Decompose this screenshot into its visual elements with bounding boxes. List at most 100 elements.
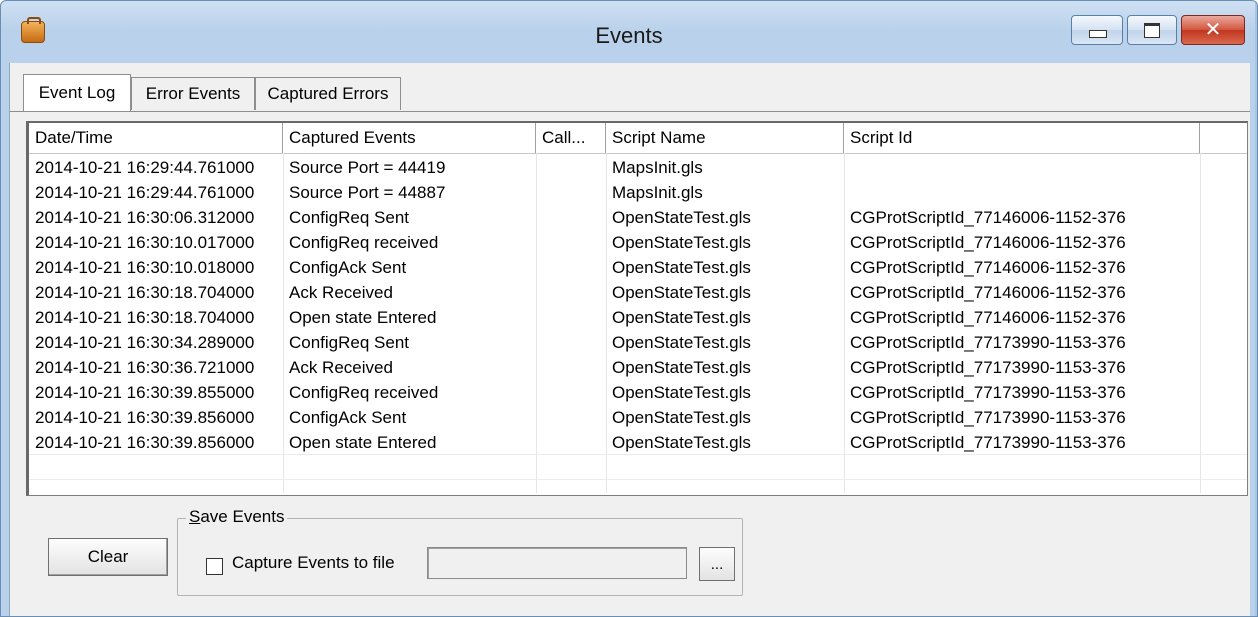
cell-script-name: OpenStateTest.gls [612,408,751,427]
cell-captured-event: Ack Received [289,283,393,302]
cell-call [536,255,606,279]
browse-button[interactable]: ... [699,547,735,581]
cell-captured-event: Open state Entered [289,308,437,327]
cell-script-name: MapsInit.gls [612,183,703,202]
cell-script-name: OpenStateTest.gls [612,433,751,452]
cell-script-id [844,155,1200,179]
table-row[interactable]: 2014-10-21 16:30:36.721000 Ack Received Op… [29,355,1247,379]
cell-script-name: OpenStateTest.gls [612,333,751,352]
cell-script-id [844,180,1200,204]
table-row[interactable]: 2014-10-21 16:30:18.704000 Open state Ent… [29,305,1247,329]
close-button[interactable]: ✕ [1181,15,1245,45]
table-row[interactable]: 2014-10-21 16:30:10.018000 ConfigAck Sent… [29,255,1247,279]
cell-script-name: OpenStateTest.gls [612,283,751,302]
maximize-button[interactable] [1127,15,1177,45]
table-row[interactable] [29,455,1247,479]
cell-script-id: CGProtScriptId_77173990-1153-376 [850,333,1126,352]
table-row[interactable]: 2014-10-21 16:30:39.855000 ConfigReq rece… [29,380,1247,404]
capture-events-label[interactable]: Capture Events to file [232,553,395,573]
table-row[interactable]: 2014-10-21 16:30:39.856000 ConfigAck Sent… [29,405,1247,429]
cell-script-name: OpenStateTest.gls [612,233,751,252]
clear-button[interactable]: Clear [48,538,168,576]
column-header-captured-events[interactable]: Captured Events [283,123,536,153]
cell-captured-event: ConfigAck Sent [289,258,407,277]
window-title: Events [595,23,663,48]
table-row[interactable]: 2014-10-21 16:30:06.312000 ConfigReq Sent… [29,205,1247,229]
cell-script-name: OpenStateTest.gls [612,383,751,402]
cell-date-time: 2014-10-21 16:30:39.855000 [35,383,255,402]
cell-captured-event: Source Port = 44419 [289,158,446,177]
cell-script-name: OpenStateTest.gls [612,358,751,377]
cell-date-time: 2014-10-21 16:30:18.704000 [35,308,255,327]
cell-captured-event: ConfigAck Sent [289,408,407,427]
table-row[interactable]: 2014-10-21 16:30:39.856000 Open state Ent… [29,430,1247,454]
cell-call [536,280,606,304]
cell-date-time: 2014-10-21 16:29:44.761000 [35,183,255,202]
cell-call [536,330,606,354]
cell-captured-event: ConfigReq Sent [289,208,410,227]
cell-script-name: OpenStateTest.gls [612,208,751,227]
cell-date-time: 2014-10-21 16:30:18.704000 [35,283,255,302]
cell-captured-event: ConfigReq received [289,233,439,252]
cell-script-id: CGProtScriptId_77146006-1152-376 [850,233,1126,252]
events-table[interactable]: Date/Time Captured Events Call... Script… [26,121,1248,496]
cell-script-name: OpenStateTest.gls [612,258,751,277]
cell-date-time: 2014-10-21 16:29:44.761000 [35,158,255,177]
table-row[interactable] [29,480,1247,495]
cell-call [536,430,606,454]
table-row[interactable]: 2014-10-21 16:29:44.761000 Source Port = … [29,155,1247,179]
column-header-date-time[interactable]: Date/Time [29,123,283,153]
tab-event-log[interactable]: Event Log [23,74,131,111]
cell-script-id: CGProtScriptId_77146006-1152-376 [850,208,1126,227]
client-area: Event Log Error Events Captured Errors D… [9,63,1250,616]
cell-captured-event: ConfigReq Sent [289,333,410,352]
table-header: Date/Time Captured Events Call... Script… [29,123,1247,154]
table-row[interactable]: 2014-10-21 16:30:34.289000 ConfigReq Sent… [29,330,1247,354]
capture-file-path-input[interactable] [427,547,687,579]
tab-strip-divider [10,111,1250,112]
cell-script-id: CGProtScriptId_77146006-1152-376 [850,308,1126,327]
cell-date-time: 2014-10-21 16:30:39.856000 [35,408,255,427]
cell-script-id: CGProtScriptId_77173990-1153-376 [850,433,1126,452]
column-header-script-id[interactable]: Script Id [844,123,1200,153]
cell-date-time: 2014-10-21 16:30:34.289000 [35,333,255,352]
close-icon: ✕ [1204,17,1222,41]
table-row[interactable]: 2014-10-21 16:30:18.704000 Ack Received Op… [29,280,1247,304]
cell-call [536,305,606,329]
tab-error-events[interactable]: Error Events [131,77,255,110]
title-bar[interactable]: Events ✕ [1,1,1257,63]
table-row[interactable]: 2014-10-21 16:30:10.017000 ConfigReq rece… [29,230,1247,254]
column-header-call[interactable]: Call... [536,123,606,153]
cell-call [536,355,606,379]
minimize-icon [1089,30,1107,38]
cell-date-time: 2014-10-21 16:30:39.856000 [35,433,255,452]
cell-call [536,230,606,254]
save-events-label: Save Events [186,507,288,527]
cell-call [536,180,606,204]
cell-captured-event: Ack Received [289,358,393,377]
cell-captured-event: Open state Entered [289,433,437,452]
cell-call [536,205,606,229]
cell-script-id: CGProtScriptId_77173990-1153-376 [850,408,1126,427]
cell-call [536,380,606,404]
cell-script-id: CGProtScriptId_77146006-1152-376 [850,258,1126,277]
cell-captured-event: ConfigReq received [289,383,439,402]
column-header-script-name[interactable]: Script Name [606,123,844,153]
minimize-button[interactable] [1071,15,1123,45]
access-key-letter: S [189,507,201,526]
cell-date-time: 2014-10-21 16:30:10.017000 [35,233,255,252]
cell-captured-event: Source Port = 44887 [289,183,446,202]
table-row[interactable]: 2014-10-21 16:29:44.761000 Source Port = … [29,180,1247,204]
cell-script-name: MapsInit.gls [612,158,703,177]
capture-events-checkbox[interactable] [206,558,223,575]
cell-script-id: CGProtScriptId_77146006-1152-376 [850,283,1126,302]
group-label-text: ave Events [200,507,285,526]
save-events-group: Save Events Capture Events to file ... [177,507,743,596]
tab-captured-errors[interactable]: Captured Errors [255,77,401,110]
cell-date-time: 2014-10-21 16:30:06.312000 [35,208,255,227]
cell-script-id: CGProtScriptId_77173990-1153-376 [850,383,1126,402]
events-window: Events ✕ Event Log Error Events Captured… [0,0,1258,617]
cell-call [536,405,606,429]
cell-date-time: 2014-10-21 16:30:10.018000 [35,258,255,277]
window-edge [1255,1,1257,616]
